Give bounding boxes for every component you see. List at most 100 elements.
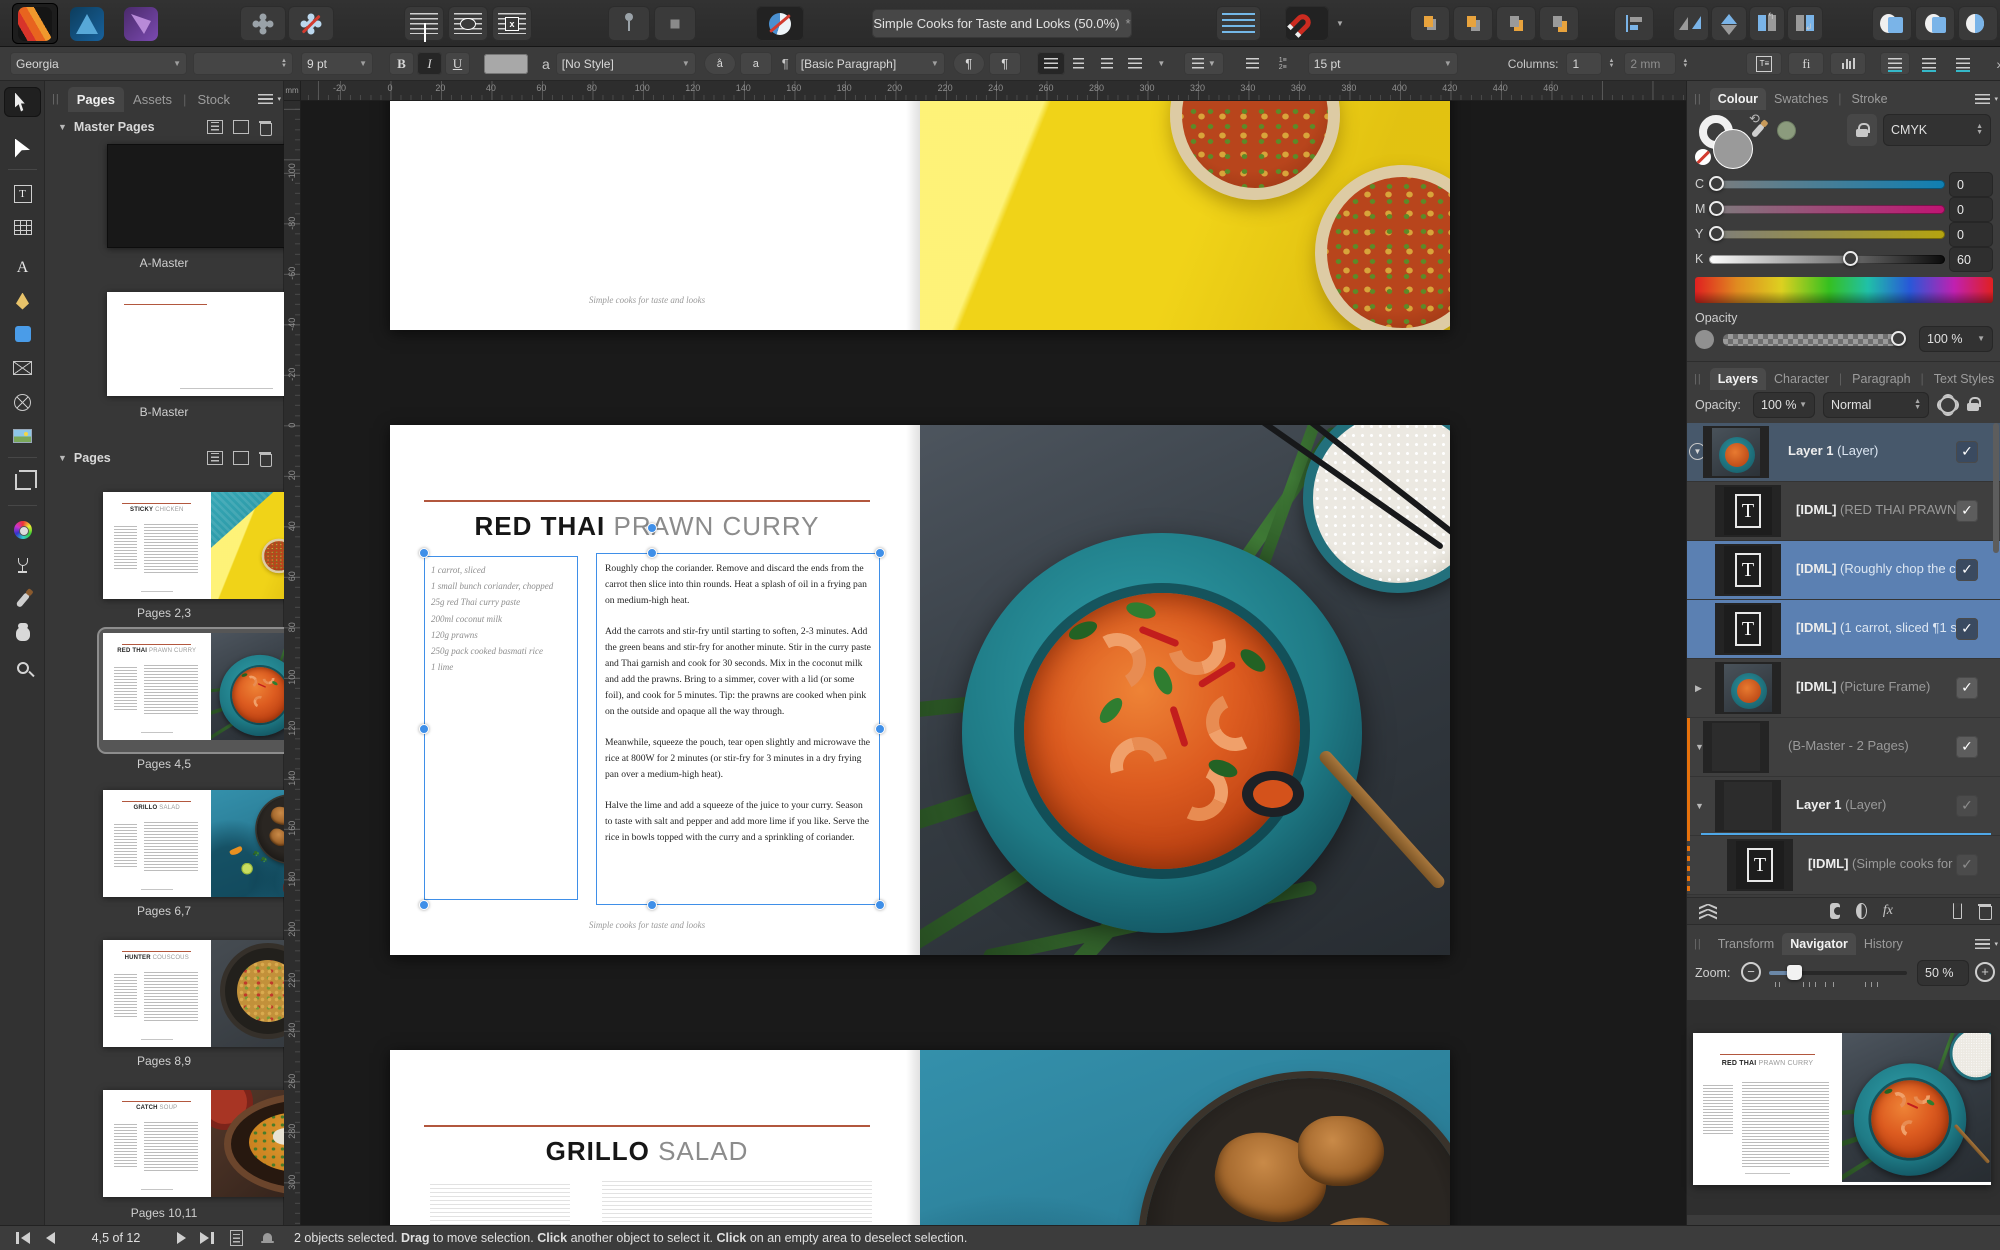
selection-handle[interactable] bbox=[419, 900, 429, 910]
picture-frame-ellipse-tool[interactable] bbox=[4, 387, 41, 417]
panel-grip[interactable]: || bbox=[52, 93, 60, 105]
fill-colour-circle[interactable] bbox=[1713, 129, 1753, 169]
fx-icon[interactable]: fx bbox=[1883, 903, 1893, 919]
tab-pages[interactable]: Pages bbox=[67, 86, 125, 112]
move-tool[interactable] bbox=[4, 87, 41, 117]
panel-grip[interactable]: || bbox=[1694, 938, 1702, 950]
style-picker-tool[interactable] bbox=[4, 585, 41, 615]
panel-menu-icon[interactable] bbox=[1975, 94, 1998, 104]
zoom-slider-knob[interactable] bbox=[1787, 965, 1802, 980]
vertical-align-bottom-button[interactable] bbox=[1948, 52, 1978, 75]
zoom-tool[interactable] bbox=[4, 653, 41, 683]
layer-row-idml-heading[interactable]: T [IDML] (RED THAI PRAWN C ✓ bbox=[1687, 482, 2000, 541]
flip-horizontal-button[interactable] bbox=[1673, 6, 1709, 41]
zoom-out-button[interactable]: − bbox=[1741, 962, 1761, 982]
designer-app-icon[interactable] bbox=[70, 7, 104, 41]
navigator-preview[interactable]: RED THAI PRAWN CURRY bbox=[1693, 1033, 1991, 1185]
tab-swatches[interactable]: Swatches bbox=[1766, 88, 1836, 110]
table-tool[interactable] bbox=[4, 212, 41, 242]
float-button[interactable] bbox=[654, 6, 696, 41]
font-trait-select[interactable]: ▲ ▼ bbox=[193, 52, 293, 75]
selection-handle[interactable] bbox=[875, 548, 885, 558]
gear-icon[interactable] bbox=[1939, 396, 1957, 414]
selection-handle[interactable] bbox=[419, 724, 429, 734]
tab-text-styles[interactable]: Text Styles bbox=[1926, 368, 2000, 390]
spread-main[interactable]: RED THAI PRAWN CURRY 1 carrot, sliced 1 s… bbox=[390, 425, 1450, 955]
layer-visibility-checkbox[interactable]: ✓ bbox=[1956, 500, 1978, 522]
vertical-align-center-button[interactable] bbox=[1914, 52, 1944, 75]
tab-colour[interactable]: Colour bbox=[1709, 88, 1766, 110]
layer-visibility-checkbox[interactable]: ✓ bbox=[1956, 559, 1978, 581]
tab-paragraph[interactable]: Paragraph bbox=[1844, 368, 1918, 390]
adjustment-icon[interactable] bbox=[1856, 903, 1867, 919]
snapping-button[interactable] bbox=[1285, 6, 1329, 41]
tab-stroke[interactable]: Stroke bbox=[1843, 88, 1895, 110]
rotate-cw-button[interactable]: ↲ bbox=[1787, 6, 1823, 41]
expander-icon[interactable]: ▶ bbox=[1695, 683, 1702, 694]
frame-text-tool[interactable]: T bbox=[4, 179, 41, 209]
layer-row-picture-frame[interactable]: ▶ [IDML] (Picture Frame) ✓ bbox=[1687, 659, 2000, 718]
magenta-value[interactable]: 0 bbox=[1949, 197, 1993, 222]
pages-list-icon[interactable] bbox=[230, 1230, 243, 1246]
move-backward-button[interactable] bbox=[1496, 6, 1536, 41]
transparency-tool[interactable] bbox=[4, 551, 41, 581]
toolbar-overflow-button[interactable]: » bbox=[1996, 56, 2000, 72]
picked-colour-swatch[interactable] bbox=[1777, 121, 1796, 140]
node-tool[interactable] bbox=[4, 133, 41, 163]
tab-layers[interactable]: Layers bbox=[1709, 368, 1767, 390]
add-page-icon[interactable] bbox=[233, 451, 249, 465]
selection-handle[interactable] bbox=[419, 548, 429, 558]
layer-row-b-master[interactable]: ▼ (B-Master - 2 Pages) ✓ bbox=[1687, 718, 2000, 777]
char-case-button[interactable]: a bbox=[739, 52, 772, 75]
first-spread-button[interactable] bbox=[16, 1232, 30, 1244]
align-right-button[interactable] bbox=[1093, 52, 1121, 75]
text-wrap-ignore-button[interactable]: x bbox=[492, 6, 532, 41]
slider-knob[interactable] bbox=[1709, 176, 1724, 191]
pen-tool[interactable] bbox=[4, 286, 41, 316]
paragraph-style-select[interactable]: [Basic Paragraph] ▼ bbox=[794, 52, 945, 75]
panel-grip[interactable]: || bbox=[1694, 373, 1702, 385]
yellow-slider[interactable] bbox=[1709, 226, 1945, 241]
opacity-value-select[interactable]: 100 % ▼ bbox=[1919, 326, 1993, 352]
tab-stock[interactable]: Stock bbox=[188, 87, 239, 112]
rectangle-tool[interactable] bbox=[4, 319, 41, 349]
colour-spectrum[interactable] bbox=[1695, 277, 1993, 303]
slider-knob[interactable] bbox=[1709, 201, 1724, 216]
columns-stepper[interactable]: ▲ ▼ bbox=[1608, 58, 1614, 69]
slider-knob[interactable] bbox=[1709, 226, 1724, 241]
next-spread-button[interactable] bbox=[177, 1232, 186, 1244]
yellow-value[interactable]: 0 bbox=[1949, 222, 1993, 247]
align-left-button[interactable] bbox=[1036, 52, 1065, 75]
columns-value-field[interactable]: 1 bbox=[1566, 52, 1603, 75]
page-right-photo[interactable] bbox=[920, 101, 1450, 330]
font-size-select[interactable]: 9 pt ▼ bbox=[301, 52, 373, 75]
char-rotation-button[interactable]: a̐ bbox=[703, 52, 736, 75]
layer-visibility-checkbox[interactable]: ✓ bbox=[1956, 618, 1978, 640]
layer-row-master-footer-text[interactable]: T [IDML] (Simple cooks for ✓ bbox=[1687, 836, 2000, 895]
align-justify-button[interactable] bbox=[1121, 52, 1149, 75]
opacity-swatch[interactable] bbox=[1695, 330, 1714, 349]
text-wrap-page-button[interactable] bbox=[404, 6, 444, 42]
layers-stack-icon[interactable] bbox=[1699, 903, 1717, 920]
page-left[interactable]: GRILLO SALAD bbox=[390, 1050, 920, 1225]
layer-row-idml-instructions[interactable]: T [IDML] (Roughly chop the c ✓ bbox=[1687, 541, 2000, 600]
numbered-list-button[interactable]: 1≡ 2≡ bbox=[1268, 52, 1298, 75]
selection-handle[interactable] bbox=[875, 900, 885, 910]
page-right-photo[interactable] bbox=[920, 425, 1450, 955]
zoom-slider[interactable] bbox=[1769, 965, 1907, 980]
tab-history[interactable]: History bbox=[1856, 933, 1911, 955]
magenta-slider[interactable] bbox=[1709, 201, 1945, 216]
text-frame-button[interactable]: T≡ bbox=[1746, 52, 1783, 75]
gutter-value-field[interactable]: 2 mm bbox=[1624, 52, 1677, 75]
show-para-marks-button[interactable]: ¶ bbox=[988, 52, 1021, 75]
spread-top[interactable]: Simple cooks for taste and looks bbox=[390, 101, 1450, 330]
layer-row-layer1[interactable]: ▼ Layer 1 (Layer) ✓ bbox=[1687, 423, 2000, 482]
no-colour-swatch[interactable] bbox=[1695, 149, 1711, 165]
font-family-select[interactable]: Georgia ▼ bbox=[10, 52, 187, 75]
baseline-grid-button[interactable] bbox=[1830, 52, 1867, 75]
tab-navigator[interactable]: Navigator bbox=[1782, 933, 1856, 955]
boolean-intersect-button[interactable] bbox=[1958, 6, 1998, 41]
collapse-triangle-icon[interactable]: ▼ bbox=[58, 122, 67, 132]
vertical-align-top-button[interactable] bbox=[1880, 52, 1911, 75]
character-style-select[interactable]: [No Style] ▼ bbox=[555, 52, 696, 75]
